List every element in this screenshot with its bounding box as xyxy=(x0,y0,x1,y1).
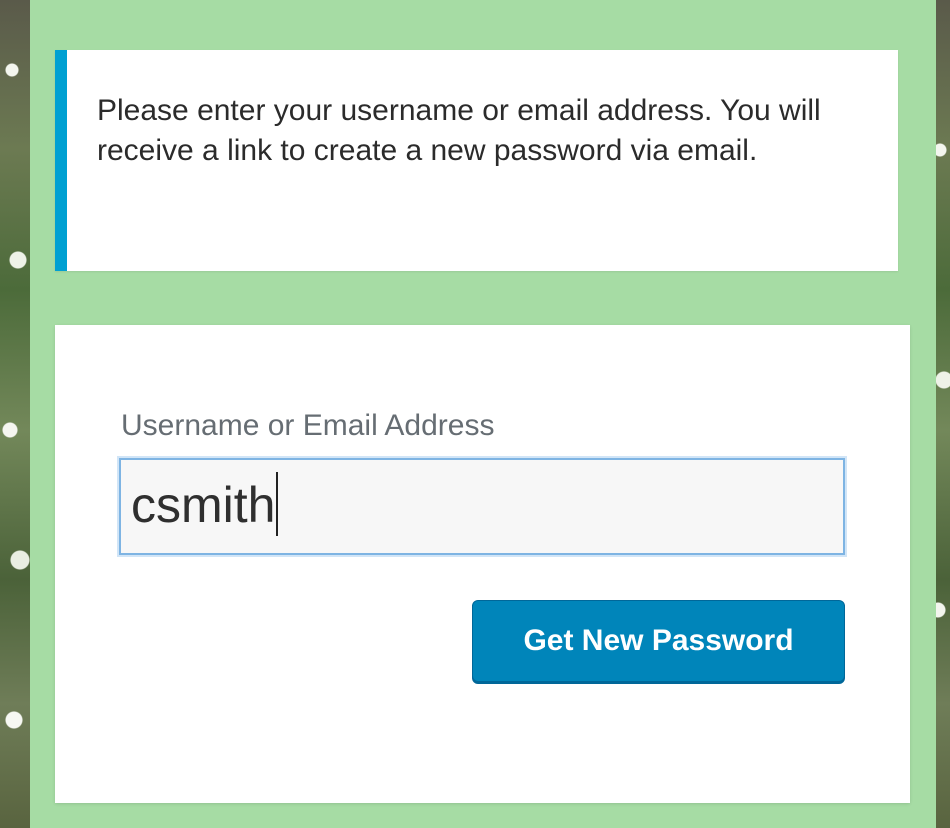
username-email-label: Username or Email Address xyxy=(121,409,495,442)
get-new-password-button[interactable]: Get New Password xyxy=(472,600,845,682)
notice-text: Please enter your username or email addr… xyxy=(97,94,821,167)
text-cursor xyxy=(276,471,279,536)
username-email-input[interactable]: csmith xyxy=(119,458,845,555)
lost-password-form: Username or Email Address csmith Get New… xyxy=(55,325,910,803)
login-panel: Please enter your username or email addr… xyxy=(30,0,936,828)
info-notice: Please enter your username or email addr… xyxy=(55,50,898,271)
username-email-input-value: csmith xyxy=(131,471,279,541)
input-value-text: csmith xyxy=(131,477,276,533)
